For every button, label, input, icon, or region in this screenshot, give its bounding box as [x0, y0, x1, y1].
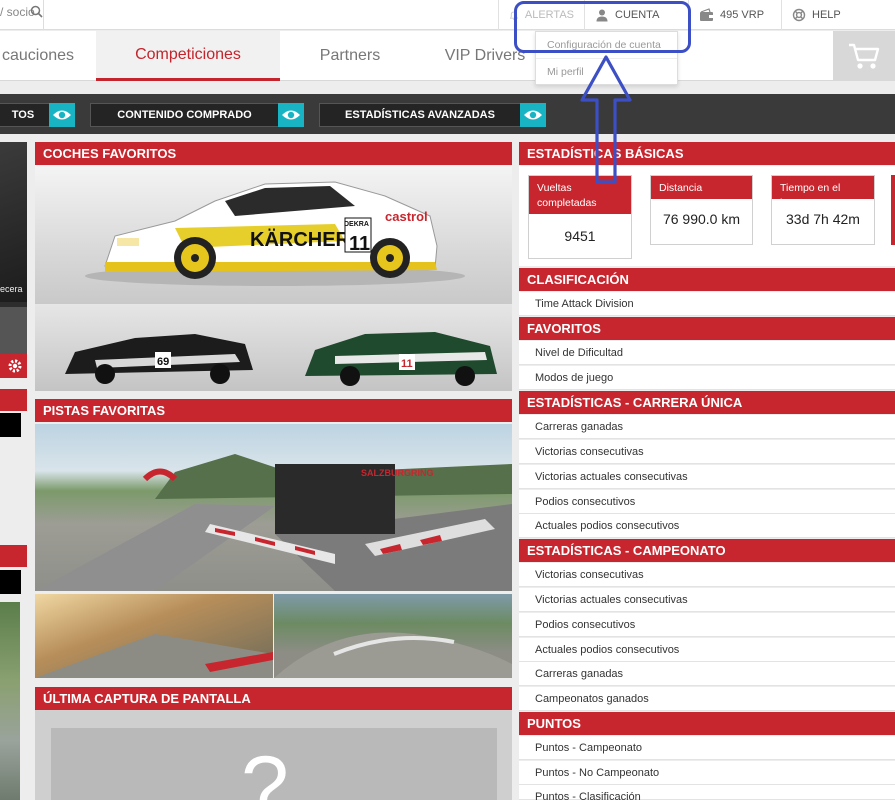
favorite-car-image[interactable]: KÄRCHER castrol 11 DEKRA: [35, 166, 512, 304]
filter-button-advanced-stats[interactable]: ESTADÍSTICAS AVANZADAS: [319, 103, 521, 127]
single-race-header: ESTADÍSTICAS - CARRERA ÚNICA: [519, 391, 895, 414]
points-header: PUNTOS: [519, 712, 895, 735]
stat-card-playtime: Tiempo en el juego 33d 7h 42m: [771, 175, 875, 245]
profile-banner: ecera: [0, 142, 27, 354]
car3-number-text: 11: [401, 358, 413, 370]
classification-header: CLASIFICACIÓN: [519, 268, 895, 291]
favorite-track-thumbnail-1[interactable]: [35, 594, 273, 678]
banner-text-fragment: ecera: [0, 284, 23, 294]
eye-icon[interactable]: [520, 103, 546, 127]
last-screenshot-panel: ?: [35, 710, 512, 800]
car-number-text: 11: [349, 233, 370, 255]
help-button[interactable]: HELP: [781, 0, 895, 30]
tab-clasificaciones[interactable]: cauciones: [0, 31, 96, 81]
search-icon[interactable]: [30, 5, 43, 18]
main-nav: cauciones Competiciones Partners VIP Dri…: [0, 31, 833, 81]
screenshot-placeholder[interactable]: ?: [51, 728, 497, 800]
filter-bar: TOS CONTENIDO COMPRADO ESTADÍSTICAS AVAN…: [0, 94, 895, 134]
page-root: / socio ALERTAS CUENTA 495 VRP HELP cauc…: [0, 0, 895, 800]
top-bar: / socio ALERTAS CUENTA 495 VRP HELP: [0, 0, 895, 30]
cart-button[interactable]: [833, 31, 895, 81]
stat-value-laps: 9451: [564, 228, 596, 244]
touring-car-illustration: KÄRCHER castrol 11 DEKRA: [85, 181, 465, 286]
stat-card-laps: Vueltas completadas 9451: [528, 175, 632, 259]
racetrack-illustration: SALZBURGRING: [35, 454, 512, 591]
list-item[interactable]: Actuales podios consecutivos: [519, 638, 895, 662]
list-item[interactable]: Carreras ganadas: [519, 662, 895, 686]
list-item[interactable]: Victorias actuales consecutivas: [519, 588, 895, 612]
help-label: HELP: [812, 9, 841, 21]
filter-button-tos[interactable]: TOS: [0, 103, 50, 127]
list-item[interactable]: Podios consecutivos: [519, 613, 895, 637]
favorites-header: FAVORITOS: [519, 317, 895, 340]
list-item[interactable]: Time Attack Division: [519, 292, 895, 316]
eye-icon[interactable]: [49, 103, 75, 127]
stat-value-distance: 76 990.0 km: [662, 211, 741, 227]
wallet-icon: [700, 8, 713, 21]
list-item[interactable]: Carreras ganadas: [519, 415, 895, 439]
list-item[interactable]: Victorias actuales consecutivas: [519, 465, 895, 489]
favorite-car-thumbnails[interactable]: 69 11: [35, 304, 512, 391]
lifebuoy-icon: [792, 8, 806, 22]
favorite-track-thumbnail-2[interactable]: [274, 594, 512, 678]
stat-card-distance: Distancia 76 990.0 km: [650, 175, 753, 245]
vrp-balance[interactable]: 495 VRP: [688, 0, 781, 30]
filter-button-purchased[interactable]: CONTENIDO COMPRADO: [90, 103, 279, 127]
car-sponsor2-text: castrol: [385, 209, 428, 224]
car-sponsor-text: KÄRCHER: [250, 228, 351, 251]
gt-cars-illustration: 69 11: [65, 332, 497, 386]
settings-button[interactable]: [0, 354, 27, 378]
list-item[interactable]: Campeonatos ganados: [519, 687, 895, 711]
placeholder-question-icon: ?: [241, 739, 289, 800]
cart-icon: [849, 43, 880, 69]
fav-tracks-header: PISTAS FAVORITAS: [35, 399, 512, 422]
arrow-annotation: [580, 55, 632, 184]
car-sponsor3-text: DEKRA: [344, 221, 369, 228]
list-item[interactable]: Puntos - Campeonato: [519, 736, 895, 760]
list-item[interactable]: Nivel de Dificultad: [519, 341, 895, 365]
list-item[interactable]: Modos de juego: [519, 366, 895, 390]
stat-label-playtime: Tiempo en el juego: [772, 176, 874, 209]
tab-competiciones[interactable]: Competiciones: [96, 31, 280, 81]
tab-partners[interactable]: Partners: [280, 31, 420, 81]
vrp-label: 495 VRP: [720, 9, 765, 21]
eye-icon[interactable]: [278, 103, 304, 127]
list-item[interactable]: Puntos - Clasificación: [519, 785, 895, 800]
fav-cars-header: COCHES FAVORITOS: [35, 142, 512, 165]
stat-label-distance: Distancia: [651, 176, 752, 199]
last-screenshot-header: ÚLTIMA CAPTURA DE PANTALLA: [35, 687, 512, 710]
list-item[interactable]: Puntos - No Campeonato: [519, 761, 895, 785]
basic-stats-header: ESTADÍSTICAS BÁSICAS: [519, 142, 895, 165]
list-item[interactable]: Actuales podios consecutivos: [519, 514, 895, 538]
highlight-annotation: [514, 1, 691, 53]
list-item[interactable]: Victorias consecutivas: [519, 563, 895, 587]
list-item[interactable]: Podios consecutivos: [519, 490, 895, 514]
car2-number-text: 69: [157, 356, 169, 368]
search-area[interactable]: / socio: [0, 0, 44, 30]
list-item[interactable]: Victorias consecutivas: [519, 440, 895, 464]
favorite-track-image[interactable]: SALZBURGRING: [35, 424, 512, 591]
track-sign-text: SALZBURGRING: [361, 468, 434, 478]
gear-icon: [8, 359, 22, 373]
track-thumbnail[interactable]: [0, 602, 20, 800]
championship-header: ESTADÍSTICAS - CAMPEONATO: [519, 539, 895, 562]
left-column: ecera: [0, 142, 28, 800]
